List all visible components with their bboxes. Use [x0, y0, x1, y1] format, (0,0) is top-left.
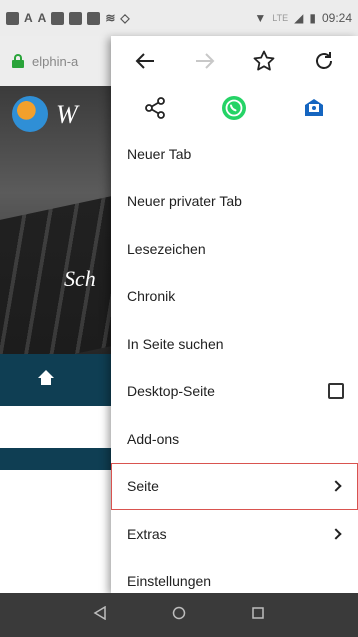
image-icon [69, 11, 83, 25]
site-logo-text: W [56, 100, 78, 129]
chevron-right-icon [330, 480, 342, 492]
app-icon [51, 11, 65, 25]
menu-item-page[interactable]: Seite [111, 462, 358, 511]
arrow-right-icon [195, 53, 215, 69]
status-bar: A A ≋ ◇ ▼ LTE ◢ ▮ 09:24 [0, 0, 358, 36]
share-button[interactable] [135, 88, 175, 128]
font-a-icon: A [24, 11, 33, 25]
cell-signal-icon: ◢ [294, 11, 304, 25]
system-recents-button[interactable] [251, 606, 265, 625]
clock: 09:24 [321, 11, 352, 25]
chart-icon [87, 11, 101, 25]
url-text[interactable]: elphin-a [32, 54, 78, 69]
battery-icon: ▮ [309, 11, 316, 25]
share-icon [144, 97, 165, 119]
reload-icon [316, 52, 333, 69]
whatsapp-icon [222, 96, 247, 120]
hero-script-text: Sch [64, 266, 96, 291]
chevron-right-icon [330, 528, 342, 540]
forward-button[interactable] [185, 41, 225, 81]
font-a-icon: A [37, 11, 47, 25]
circle-home-icon [172, 606, 186, 619]
menu-item-tools[interactable]: Extras [111, 510, 358, 558]
reload-button[interactable] [304, 41, 344, 81]
system-nav-bar [0, 593, 358, 637]
whatsapp-share-button[interactable] [214, 88, 254, 128]
sync-icon: ◇ [120, 11, 130, 25]
mail-app-icon [305, 99, 324, 116]
wifi-signal-icon: ▼ [254, 11, 267, 25]
menu-item-addons[interactable]: Add-ons [111, 415, 358, 463]
square-recents-icon [252, 606, 265, 619]
arrow-left-icon [135, 53, 154, 69]
desktop-site-checkbox[interactable] [328, 383, 344, 400]
email-share-button[interactable] [294, 88, 334, 128]
menu-item-find-in-page[interactable]: In Seite suchen [111, 320, 358, 368]
menu-item-history[interactable]: Chronik [111, 273, 358, 321]
back-button[interactable] [125, 41, 165, 81]
system-home-button[interactable] [172, 606, 186, 625]
menu-share-row [111, 86, 358, 130]
bookmark-button[interactable] [244, 41, 284, 81]
calendar-icon [6, 11, 19, 25]
lock-icon [12, 54, 24, 68]
star-icon [253, 50, 275, 71]
menu-item-desktop-site[interactable]: Desktop-Seite [111, 368, 358, 416]
menu-item-new-tab[interactable]: Neuer Tab [111, 130, 358, 178]
system-back-button[interactable] [93, 605, 107, 625]
menu-item-new-private-tab[interactable]: Neuer privater Tab [111, 178, 358, 226]
wifi-icon: ≋ [105, 11, 116, 25]
menu-item-settings[interactable]: Einstellungen [111, 558, 358, 594]
home-icon[interactable] [38, 370, 54, 386]
menu-item-bookmarks[interactable]: Lesezeichen [111, 225, 358, 273]
notification-icons: A A ≋ ◇ [6, 11, 130, 25]
network-type: LTE [272, 13, 289, 23]
browser-menu: Neuer Tab Neuer privater Tab Lesezeichen… [111, 36, 358, 593]
site-logo-icon[interactable] [12, 96, 48, 132]
menu-nav-row [111, 36, 358, 86]
triangle-back-icon [93, 605, 106, 620]
